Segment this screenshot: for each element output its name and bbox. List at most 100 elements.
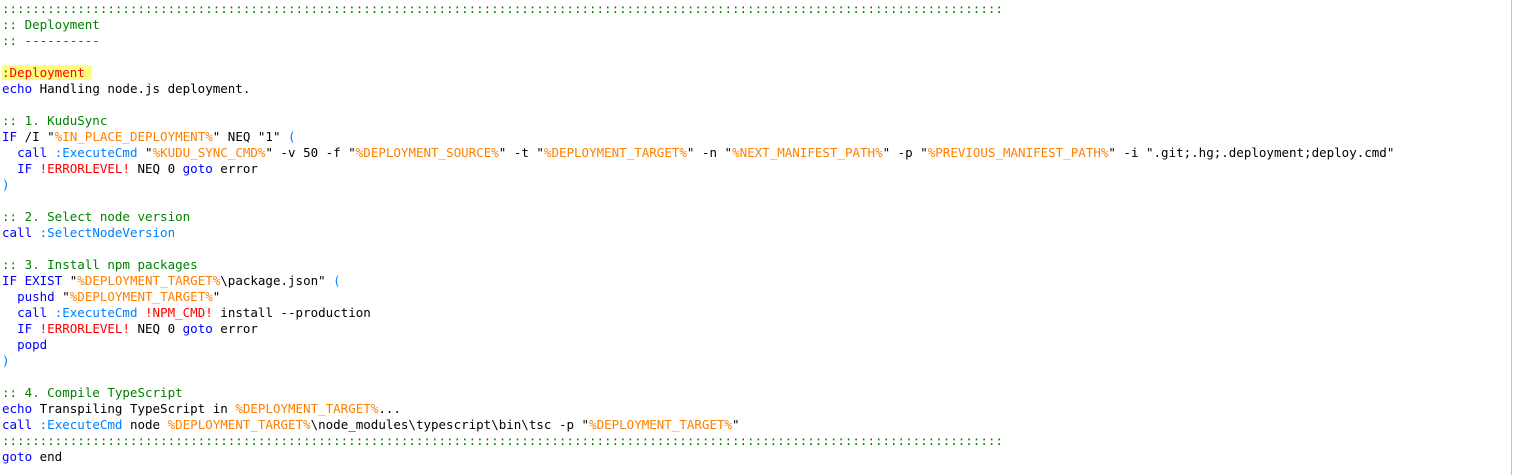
delayed-variable-token: !ERRORLEVEL!	[39, 321, 130, 336]
comment-token: :: Deployment	[2, 17, 100, 32]
keyword-token: call	[2, 417, 33, 432]
comment-token: ::::::::::::::::::::::::::::::::::::::::…	[2, 433, 1003, 448]
call-target-token: :ExecuteCmd	[54, 305, 138, 320]
comment-token: :: 2. Select node version	[2, 209, 191, 224]
comment-token: :: 1. KuduSync	[2, 113, 108, 128]
text-token: Transpiling TypeScript in	[32, 401, 236, 416]
label-token: :Deployment	[2, 65, 93, 80]
code-line[interactable]: popd	[2, 337, 47, 353]
keyword-token: call	[2, 225, 33, 240]
text-token: NEQ 0	[129, 321, 183, 336]
keyword-token: IF	[17, 321, 33, 336]
variable-token: %DEPLOYMENT_TARGET%	[235, 401, 379, 416]
text-token: " -t "	[498, 145, 544, 160]
text-token: " -i ".git;.hg;.deployment;deploy.cmd"	[1108, 145, 1395, 160]
code-line[interactable]: IF EXIST "%DEPLOYMENT_TARGET%\package.js…	[2, 273, 341, 289]
variable-token: %DEPLOYMENT_TARGET%	[589, 417, 733, 432]
code-line[interactable]: pushd "%DEPLOYMENT_TARGET%"	[2, 289, 220, 305]
variable-token: %DEPLOYMENT_TARGET%	[69, 289, 213, 304]
keyword-token: goto	[2, 449, 33, 464]
code-line[interactable]: )	[2, 177, 10, 193]
text-token: /I "	[17, 129, 55, 144]
text-token: \package.json"	[220, 273, 334, 288]
code-line[interactable]: ::::::::::::::::::::::::::::::::::::::::…	[2, 1, 1003, 17]
keyword-token: IF	[17, 161, 33, 176]
code-line[interactable]: :: 3. Install npm packages	[2, 257, 198, 273]
variable-token: %NEXT_MANIFEST_PATH%	[732, 145, 883, 160]
comment-token: :: 3. Install npm packages	[2, 257, 198, 272]
text-token: end	[32, 449, 63, 464]
keyword-token: IF EXIST	[2, 273, 63, 288]
keyword-token: echo	[2, 401, 33, 416]
keyword-token: IF	[2, 129, 18, 144]
keyword-token: call	[17, 305, 48, 320]
edge-column-line	[1511, 0, 1512, 475]
code-line[interactable]: call :ExecuteCmd node %DEPLOYMENT_TARGET…	[2, 417, 740, 433]
code-line[interactable]: :Deployment	[2, 65, 93, 81]
code-line[interactable]: :: 4. Compile TypeScript	[2, 385, 183, 401]
code-line[interactable]: :: 2. Select node version	[2, 209, 190, 225]
text-token: " -p "	[882, 145, 928, 160]
keyword-token: goto	[182, 161, 213, 176]
code-line[interactable]: IF !ERRORLEVEL! NEQ 0 goto error	[2, 161, 258, 177]
code-line[interactable]: echo Transpiling TypeScript in %DEPLOYME…	[2, 401, 401, 417]
variable-token: %DEPLOYMENT_TARGET%	[77, 273, 221, 288]
text-token: " -n "	[686, 145, 733, 160]
code-line[interactable]: )	[2, 353, 10, 369]
code-line[interactable]: :: ----------	[2, 33, 100, 49]
text-token: install --production	[212, 305, 371, 320]
comment-token: :: ----------	[2, 33, 100, 48]
paren-token: (	[333, 273, 341, 288]
code-line[interactable]: call :ExecuteCmd "%KUDU_SYNC_CMD%" -v 50…	[2, 145, 1394, 161]
code-line[interactable]: IF /I "%IN_PLACE_DEPLOYMENT%" NEQ "1" (	[2, 129, 296, 145]
code-line[interactable]: goto end	[2, 449, 62, 465]
code-editor[interactable]: ::::::::::::::::::::::::::::::::::::::::…	[0, 0, 1513, 475]
text-token: "	[62, 273, 78, 288]
text-token: Handling node.js deployment.	[32, 81, 251, 96]
call-target-token: :ExecuteCmd	[54, 145, 138, 160]
text-token: node	[122, 417, 168, 432]
text-token: "	[212, 289, 221, 304]
text-token: " -v 50 -f "	[265, 145, 356, 160]
delayed-variable-token: !ERRORLEVEL!	[39, 161, 130, 176]
paren-token: )	[2, 353, 10, 368]
code-line[interactable]: :: Deployment	[2, 17, 100, 33]
code-line[interactable]: ::::::::::::::::::::::::::::::::::::::::…	[2, 433, 1003, 449]
comment-token: :: 4. Compile TypeScript	[2, 385, 183, 400]
text-token: " NEQ "1"	[212, 129, 289, 144]
text-token: "	[137, 145, 153, 160]
code-line[interactable]: IF !ERRORLEVEL! NEQ 0 goto error	[2, 321, 258, 337]
variable-token: %DEPLOYMENT_TARGET%	[543, 145, 687, 160]
paren-token: (	[288, 129, 296, 144]
text-token: "	[732, 417, 740, 432]
code-line[interactable]: call :ExecuteCmd !NPM_CMD! install --pro…	[2, 305, 371, 321]
text-token: error	[212, 161, 258, 176]
keyword-token: pushd	[17, 289, 55, 304]
call-target-token: :SelectNodeVersion	[39, 225, 176, 240]
delayed-variable-token: !NPM_CMD!	[145, 305, 213, 320]
code-line[interactable]: echo Handling node.js deployment.	[2, 81, 250, 97]
text-token: "	[54, 289, 70, 304]
paren-token: )	[2, 177, 10, 192]
variable-token: %PREVIOUS_MANIFEST_PATH%	[927, 145, 1109, 160]
code-line[interactable]: :: 1. KuduSync	[2, 113, 107, 129]
keyword-token: goto	[182, 321, 213, 336]
variable-token: %DEPLOYMENT_TARGET%	[167, 417, 311, 432]
code-line[interactable]: call :SelectNodeVersion	[2, 225, 175, 241]
text-token: NEQ 0	[129, 161, 183, 176]
text-token: error	[212, 321, 258, 336]
text-token: ...	[378, 401, 401, 416]
